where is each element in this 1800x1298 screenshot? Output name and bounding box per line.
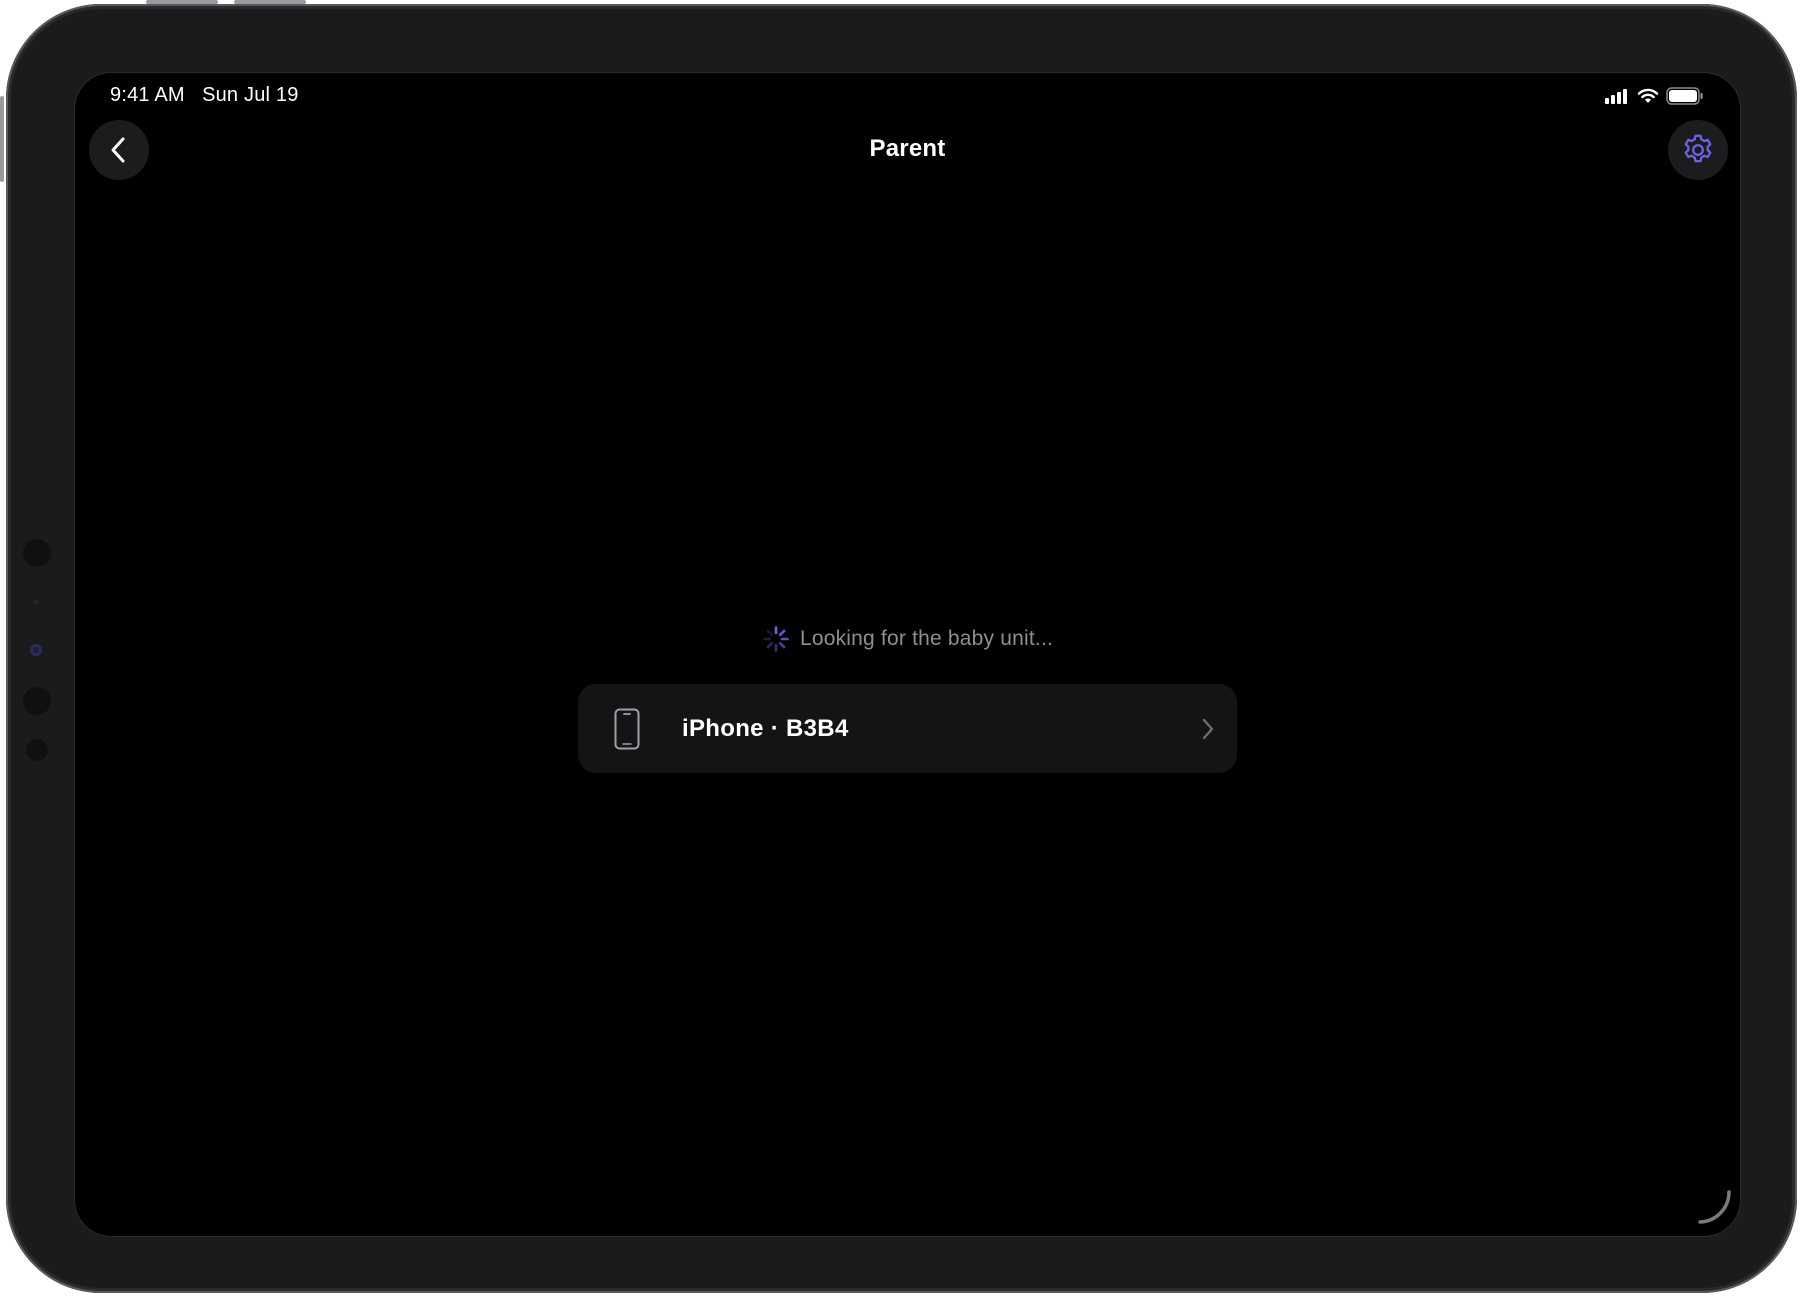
status-date: Sun Jul 19: [202, 84, 299, 106]
gear-icon: [1680, 132, 1716, 168]
device-name: iPhone · B3B4: [682, 714, 849, 742]
search-status-text: Looking for the baby unit...: [799, 627, 1054, 650]
corner-indicator: [1680, 1171, 1740, 1236]
ipad-device-frame: 9:41 AM Sun Jul 19 Parent Looking for th…: [6, 4, 1797, 1293]
status-indicators: [1604, 87, 1704, 110]
search-status: Looking for the baby unit...: [75, 625, 1740, 653]
iphone-icon: [614, 708, 640, 750]
top-hardware-button: [0, 96, 4, 182]
wifi-icon: [1637, 88, 1659, 109]
activity-spinner-icon: [762, 625, 790, 653]
status-time: 9:41 AM Sun Jul 19: [110, 84, 299, 106]
sensor-dot: [23, 539, 51, 567]
app-screen: 9:41 AM Sun Jul 19 Parent Looking for th…: [75, 73, 1740, 1236]
page-title: Parent: [869, 135, 946, 162]
chevron-right-icon: [1201, 718, 1215, 740]
cellular-signal-icon: [1604, 88, 1630, 109]
battery-icon: [1666, 87, 1704, 110]
sensor-dot: [26, 739, 48, 761]
device-list-item[interactable]: iPhone · B3B4: [578, 684, 1237, 773]
sensor-dot: [23, 687, 51, 715]
sensor-dot: [34, 600, 38, 604]
settings-button[interactable]: [1668, 120, 1728, 180]
front-camera: [30, 644, 42, 656]
